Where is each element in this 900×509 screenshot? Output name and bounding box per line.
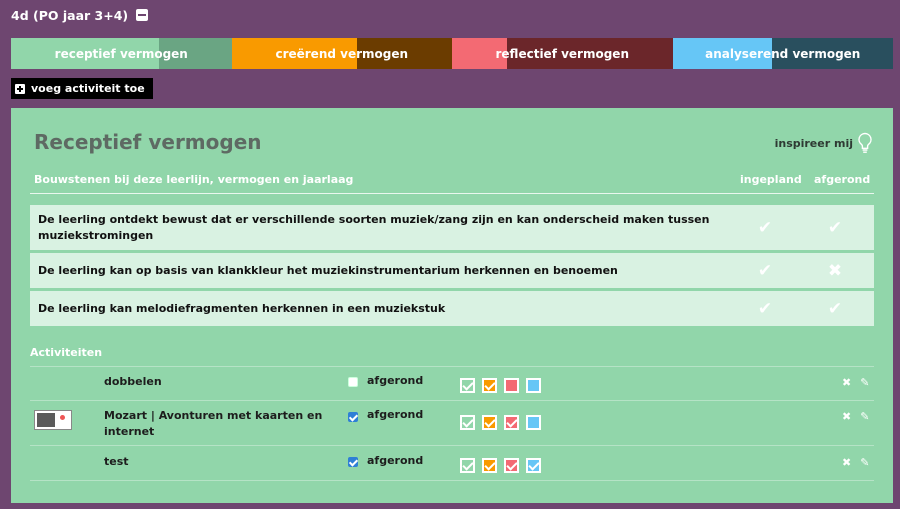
delete-icon[interactable]: ✖ (842, 376, 851, 389)
activity-thumbnail (34, 410, 72, 430)
divider (30, 445, 874, 446)
activity-row: Mozart | Avonturen met kaarten en intern… (30, 408, 874, 442)
done-cross-icon[interactable]: ✖ (825, 261, 845, 281)
planned-check-icon[interactable]: ✔ (755, 218, 775, 238)
tab-label: reflectief vermogen (495, 46, 630, 61)
inspire-label: inspireer mij (774, 136, 853, 150)
divider (30, 400, 874, 401)
done-check-icon[interactable]: ✔ (825, 299, 845, 319)
ability-mark[interactable] (504, 415, 519, 430)
activity-name[interactable]: test (104, 454, 334, 470)
ability-mark[interactable] (526, 415, 541, 430)
edit-icon[interactable]: ✎ (860, 376, 869, 389)
activity-status: afgerond (367, 454, 424, 467)
class-header: 4d (PO jaar 3+4) (11, 5, 149, 25)
tab-label: analyserend vermogen (705, 46, 861, 61)
ability-mark[interactable] (526, 458, 541, 473)
ability-mark[interactable] (460, 378, 475, 393)
building-block-row: De leerling kan op basis van klankkleur … (30, 253, 874, 288)
building-blocks-heading: Bouwstenen bij deze leerlijn, vermogen e… (34, 173, 354, 186)
ability-mark[interactable] (482, 458, 497, 473)
add-activity-button[interactable]: voeg activiteit toe (11, 78, 153, 99)
divider (30, 366, 874, 367)
inspire-button[interactable]: inspireer mij (775, 132, 873, 154)
plus-icon (15, 83, 25, 94)
ability-marks (460, 458, 541, 473)
planned-check-icon[interactable]: ✔ (755, 261, 775, 281)
planned-column-header: ingepland (740, 173, 802, 186)
planned-check-icon[interactable]: ✔ (755, 299, 775, 319)
divider (30, 193, 874, 194)
ability-mark[interactable] (482, 415, 497, 430)
row-actions: ✖ ✎ (842, 410, 869, 423)
tab-analyserend[interactable]: analyserend vermogen (672, 38, 893, 69)
ability-mark[interactable] (526, 378, 541, 393)
tab-receptief[interactable]: receptief vermogen (11, 38, 232, 69)
building-block-text: De leerling kan op basis van klankkleur … (38, 263, 618, 277)
class-title: 4d (PO jaar 3+4) (11, 7, 129, 23)
ability-panel: Receptief vermogen inspireer mij Bouwste… (11, 108, 893, 503)
delete-icon[interactable]: ✖ (842, 456, 851, 469)
ability-mark[interactable] (460, 415, 475, 430)
activity-status: afgerond (367, 374, 424, 387)
activity-row: dobbelen afgerond ✖ ✎ (30, 374, 874, 402)
ability-mark[interactable] (504, 378, 519, 393)
tab-creerend[interactable]: creërend vermogen (231, 38, 452, 69)
delete-icon[interactable]: ✖ (842, 410, 851, 423)
ability-tabs: receptief vermogen creërend vermogen ref… (11, 38, 893, 69)
tab-label: receptief vermogen (54, 46, 188, 61)
ability-mark[interactable] (504, 458, 519, 473)
activity-checkbox[interactable] (348, 457, 358, 467)
ability-marks (460, 378, 541, 393)
ability-mark[interactable] (460, 458, 475, 473)
done-column-header: afgerond (814, 173, 871, 186)
activity-name[interactable]: Mozart | Avonturen met kaarten en intern… (104, 408, 334, 440)
activity-checkbox[interactable] (348, 377, 358, 387)
panel-title: Receptief vermogen (34, 130, 262, 154)
activity-checkbox[interactable] (348, 412, 358, 422)
collapse-icon[interactable] (136, 9, 149, 21)
building-block-row: De leerling ontdekt bewust dat er versch… (30, 205, 874, 250)
divider (30, 480, 874, 481)
building-block-text: De leerling kan melodiefragmenten herken… (38, 301, 446, 315)
tab-label: creërend vermogen (275, 46, 409, 61)
edit-icon[interactable]: ✎ (860, 456, 869, 469)
activity-status: afgerond (367, 408, 424, 421)
activities-heading: Activiteiten (30, 346, 103, 359)
lightbulb-icon (857, 132, 873, 154)
activity-row: test afgerond ✖ ✎ (30, 454, 874, 482)
activity-name[interactable]: dobbelen (104, 374, 334, 390)
done-check-icon[interactable]: ✔ (825, 218, 845, 238)
row-actions: ✖ ✎ (842, 376, 869, 389)
add-activity-label: voeg activiteit toe (31, 82, 145, 95)
row-actions: ✖ ✎ (842, 456, 869, 469)
building-block-row: De leerling kan melodiefragmenten herken… (30, 291, 874, 326)
edit-icon[interactable]: ✎ (860, 410, 869, 423)
tab-reflectief[interactable]: reflectief vermogen (452, 38, 673, 69)
building-block-text: De leerling ontdekt bewust dat er versch… (38, 212, 710, 242)
ability-mark[interactable] (482, 378, 497, 393)
ability-marks (460, 415, 541, 430)
